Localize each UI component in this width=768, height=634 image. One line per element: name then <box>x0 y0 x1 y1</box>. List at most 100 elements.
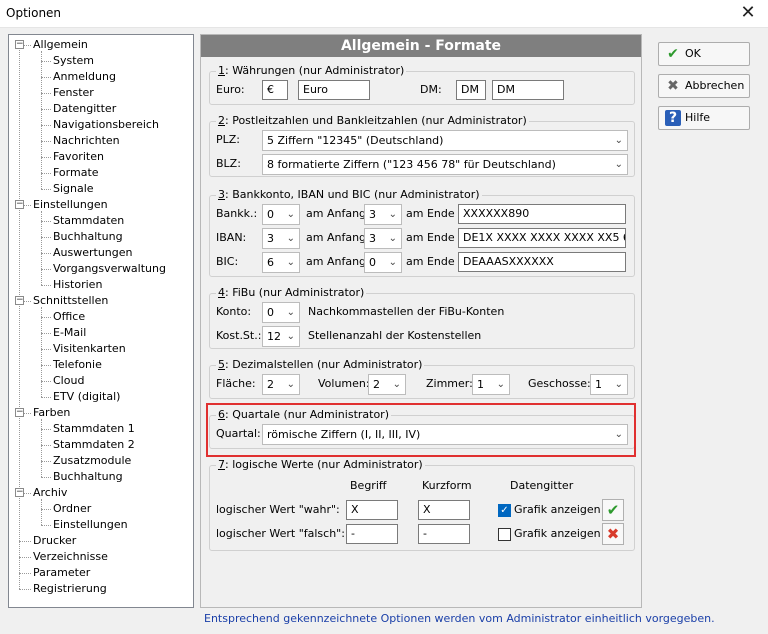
help-label: Hilfe <box>685 111 711 124</box>
tree-connector <box>19 45 20 589</box>
tree-item[interactable]: Zusatzmodule <box>53 453 131 469</box>
flaeche-label: Fläche: <box>216 377 256 390</box>
highlight-quarters <box>206 403 636 457</box>
chevron-down-icon: ⌄ <box>286 209 295 220</box>
blz-select[interactable]: 8 formatierte Ziffern ("123 456 78" für … <box>262 154 628 175</box>
logical-true-graphic-label: Grafik anzeigen <box>514 503 601 516</box>
bank-row-sample[interactable]: DEAAASXXXXXX <box>458 252 626 272</box>
bank-row-start-value: 3 <box>267 232 274 245</box>
tree-item[interactable]: Archiv <box>33 485 67 501</box>
tree-item[interactable]: Favoriten <box>53 149 104 165</box>
tree-item[interactable]: Nachrichten <box>53 133 120 149</box>
tree-item[interactable]: Cloud <box>53 373 84 389</box>
tree-connector <box>41 499 42 525</box>
plz-select[interactable]: 5 Ziffern "12345" (Deutschland) ⌄ <box>262 130 628 151</box>
tree-item[interactable]: Registrierung <box>33 581 107 597</box>
tree-item[interactable]: Allgemein <box>33 37 88 53</box>
start-label: am Anfang <box>306 231 367 244</box>
tree-item[interactable]: Farben <box>33 405 70 421</box>
collapse-icon[interactable]: − <box>15 488 24 497</box>
cross-icon[interactable]: ✖ <box>602 523 624 545</box>
tree-item[interactable]: ETV (digital) <box>53 389 120 405</box>
chevron-down-icon: ⌄ <box>286 233 295 244</box>
tree-item[interactable]: Fenster <box>53 85 94 101</box>
tree-connector <box>41 333 51 334</box>
bank-row-end-select[interactable]: 3 ⌄ <box>364 228 402 249</box>
tree-item[interactable]: Stammdaten 2 <box>53 437 135 453</box>
logical-false-term-input[interactable]: - <box>346 524 398 544</box>
check-icon[interactable]: ✔ <box>602 499 624 521</box>
tree-item[interactable]: E-Mail <box>53 325 86 341</box>
tree-item[interactable]: Auswertungen <box>53 245 133 261</box>
euro-symbol-input[interactable]: € <box>262 80 288 100</box>
tree-item[interactable]: Historien <box>53 277 102 293</box>
logical-false-short-input[interactable]: - <box>418 524 470 544</box>
options-tree[interactable]: Allgemein − System Anmeldung Fenster Datengit… <box>8 34 194 608</box>
ok-label: OK <box>685 47 701 60</box>
tree-item[interactable]: Einstellungen <box>53 517 128 533</box>
logical-true-short-input[interactable]: X <box>418 500 470 520</box>
bank-row-start-select[interactable]: 6 ⌄ <box>262 252 300 273</box>
chevron-down-icon: ⌄ <box>388 233 397 244</box>
help-button[interactable]: ? Hilfe <box>658 106 750 130</box>
collapse-icon[interactable]: − <box>15 200 24 209</box>
tree-item[interactable]: Stammdaten <box>53 213 124 229</box>
bank-row-start-select[interactable]: 3 ⌄ <box>262 228 300 249</box>
logical-true-graphic-checkbox[interactable]: ✓ <box>498 504 511 517</box>
tree-item[interactable]: Signale <box>53 181 94 197</box>
collapse-icon[interactable]: − <box>15 40 24 49</box>
konto-label: Konto: <box>216 305 252 318</box>
cancel-button[interactable]: ✖ Abbrechen <box>658 74 750 98</box>
tree-item[interactable]: Visitenkarten <box>53 341 126 357</box>
close-icon[interactable]: ✕ <box>728 0 768 28</box>
tree-item[interactable]: Datengitter <box>53 101 116 117</box>
group-currencies: 1: Währungen (nur Administrator) Euro: €… <box>209 64 635 105</box>
tree-item[interactable]: Buchhaltung <box>53 229 123 245</box>
chevron-down-icon: ⌄ <box>286 307 295 318</box>
euro-name-input[interactable]: Euro <box>298 80 370 100</box>
tree-connector <box>41 125 51 126</box>
bank-row-sample[interactable]: XXXXXX890 <box>458 204 626 224</box>
zimmer-select[interactable]: 1 ⌄ <box>472 374 510 395</box>
chevron-down-icon: ⌄ <box>614 135 623 146</box>
tree-item[interactable]: Formate <box>53 165 99 181</box>
tree-item[interactable]: Telefonie <box>53 357 102 373</box>
tree-connector <box>41 211 42 285</box>
kost-select[interactable]: 12 ⌄ <box>262 326 300 347</box>
collapse-icon[interactable]: − <box>15 296 24 305</box>
tree-item[interactable]: Office <box>53 309 85 325</box>
dm-symbol-input[interactable]: DM <box>456 80 486 100</box>
bank-row-sample[interactable]: DE1X XXXX XXXX XXXX XX5 66 <box>458 228 626 248</box>
tree-connector <box>41 221 51 222</box>
flaeche-select[interactable]: 2 ⌄ <box>262 374 300 395</box>
collapse-icon[interactable]: − <box>15 408 24 417</box>
tree-item[interactable]: Ordner <box>53 501 91 517</box>
dm-name-input[interactable]: DM <box>492 80 564 100</box>
tree-item[interactable]: Vorgangsverwaltung <box>53 261 166 277</box>
bank-row-end-select[interactable]: 0 ⌄ <box>364 252 402 273</box>
tree-item[interactable]: Einstellungen <box>33 197 108 213</box>
tree-item[interactable]: Verzeichnisse <box>33 549 108 565</box>
flaeche-value: 2 <box>267 378 274 391</box>
tree-item[interactable]: Stammdaten 1 <box>53 421 135 437</box>
ok-button[interactable]: ✔ OK <box>658 42 750 66</box>
logical-false-graphic-checkbox[interactable] <box>498 528 511 541</box>
geschosse-value: 1 <box>595 378 602 391</box>
tree-item[interactable]: Navigationsbereich <box>53 117 159 133</box>
tree-connector <box>41 51 42 189</box>
bank-row-end-select[interactable]: 3 ⌄ <box>364 204 402 225</box>
bank-row-label: BIC: <box>216 255 239 268</box>
tree-connector <box>41 317 51 318</box>
volumen-select[interactable]: 2 ⌄ <box>368 374 406 395</box>
konto-select[interactable]: 0 ⌄ <box>262 302 300 323</box>
tree-item[interactable]: Buchhaltung <box>53 469 123 485</box>
tree-item[interactable]: System <box>53 53 94 69</box>
logical-true-term-input[interactable]: X <box>346 500 398 520</box>
tree-item[interactable]: Drucker <box>33 533 76 549</box>
tree-item[interactable]: Schnittstellen <box>33 293 108 309</box>
tree-connector <box>41 419 42 477</box>
geschosse-select[interactable]: 1 ⌄ <box>590 374 628 395</box>
tree-item[interactable]: Parameter <box>33 565 90 581</box>
bank-row-start-select[interactable]: 0 ⌄ <box>262 204 300 225</box>
tree-item[interactable]: Anmeldung <box>53 69 116 85</box>
